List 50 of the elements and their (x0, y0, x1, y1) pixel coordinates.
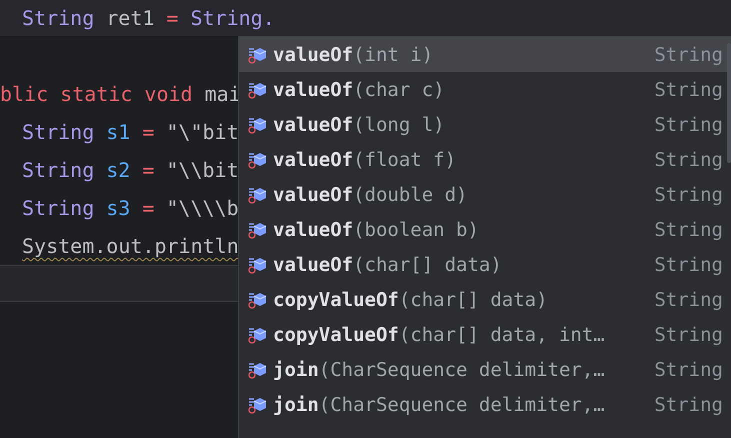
return-type: String (654, 324, 723, 346)
method-parameters: (char[] data, int… (398, 324, 606, 346)
code-line: String s1 = "\"bit (21, 119, 239, 146)
return-type: String (654, 114, 723, 136)
method-name: valueOf (273, 114, 354, 136)
code-line: blic static void mai (0, 81, 241, 108)
completion-item[interactable]: valueOf(long l) String (239, 107, 731, 142)
completion-item[interactable]: valueOf(double d) String (239, 177, 731, 212)
method-name: valueOf (273, 184, 354, 206)
code-line: String s3 = "\\\\b (21, 195, 239, 222)
return-type: String (654, 184, 723, 206)
completion-item[interactable]: valueOf(char[] data) String (239, 247, 731, 282)
completion-item[interactable]: join(CharSequence delimiter,… String (239, 352, 731, 387)
method-name: valueOf (273, 78, 354, 100)
code-line: String s2 = "\\bit (21, 157, 239, 184)
method-parameters: (double d) (353, 184, 468, 206)
method-parameters: (int i) (353, 44, 434, 66)
method-parameters: (char[] data) (398, 288, 549, 310)
completion-item[interactable]: valueOf(boolean b) String (239, 212, 731, 247)
method-parameters: (boolean b) (353, 218, 480, 240)
completion-item[interactable]: copyValueOf(char[] data) String (239, 282, 731, 317)
code-line: System.out.println (21, 233, 239, 260)
method-parameters: (char c) (353, 78, 446, 100)
method-name: valueOf (273, 44, 354, 66)
return-type: String (654, 394, 723, 416)
return-type: String (654, 148, 723, 170)
return-type: String (654, 78, 723, 100)
return-type: String (654, 254, 723, 276)
completion-item[interactable]: valueOf(char c) String (239, 72, 731, 107)
method-parameters: (float f) (353, 148, 458, 170)
completion-item[interactable]: copyValueOf(char[] data, int… String (239, 317, 731, 352)
method-name: join (273, 394, 319, 416)
method-parameters: (char[] data) (353, 254, 503, 276)
method-parameters: (long l) (353, 114, 446, 136)
scrollbar-thumb[interactable] (727, 43, 731, 163)
method-parameters: (CharSequence delimiter,… (318, 394, 606, 416)
return-type: String (654, 44, 723, 66)
completion-item[interactable]: join(CharSequence delimiter,… String (239, 387, 731, 422)
method-name: valueOf (273, 148, 354, 170)
method-name: copyValueOf (273, 324, 399, 346)
method-name: copyValueOf (273, 288, 399, 310)
method-name: valueOf (273, 218, 354, 240)
method-name: valueOf (273, 254, 354, 276)
return-type: String (654, 218, 723, 240)
completion-item[interactable]: valueOf(float f) String (239, 142, 731, 177)
return-type: String (654, 358, 723, 380)
return-type: String (654, 288, 723, 310)
method-parameters: (CharSequence delimiter,… (318, 358, 606, 380)
method-name: join (273, 358, 319, 380)
completion-item[interactable]: valueOf(int i) String (239, 37, 731, 72)
